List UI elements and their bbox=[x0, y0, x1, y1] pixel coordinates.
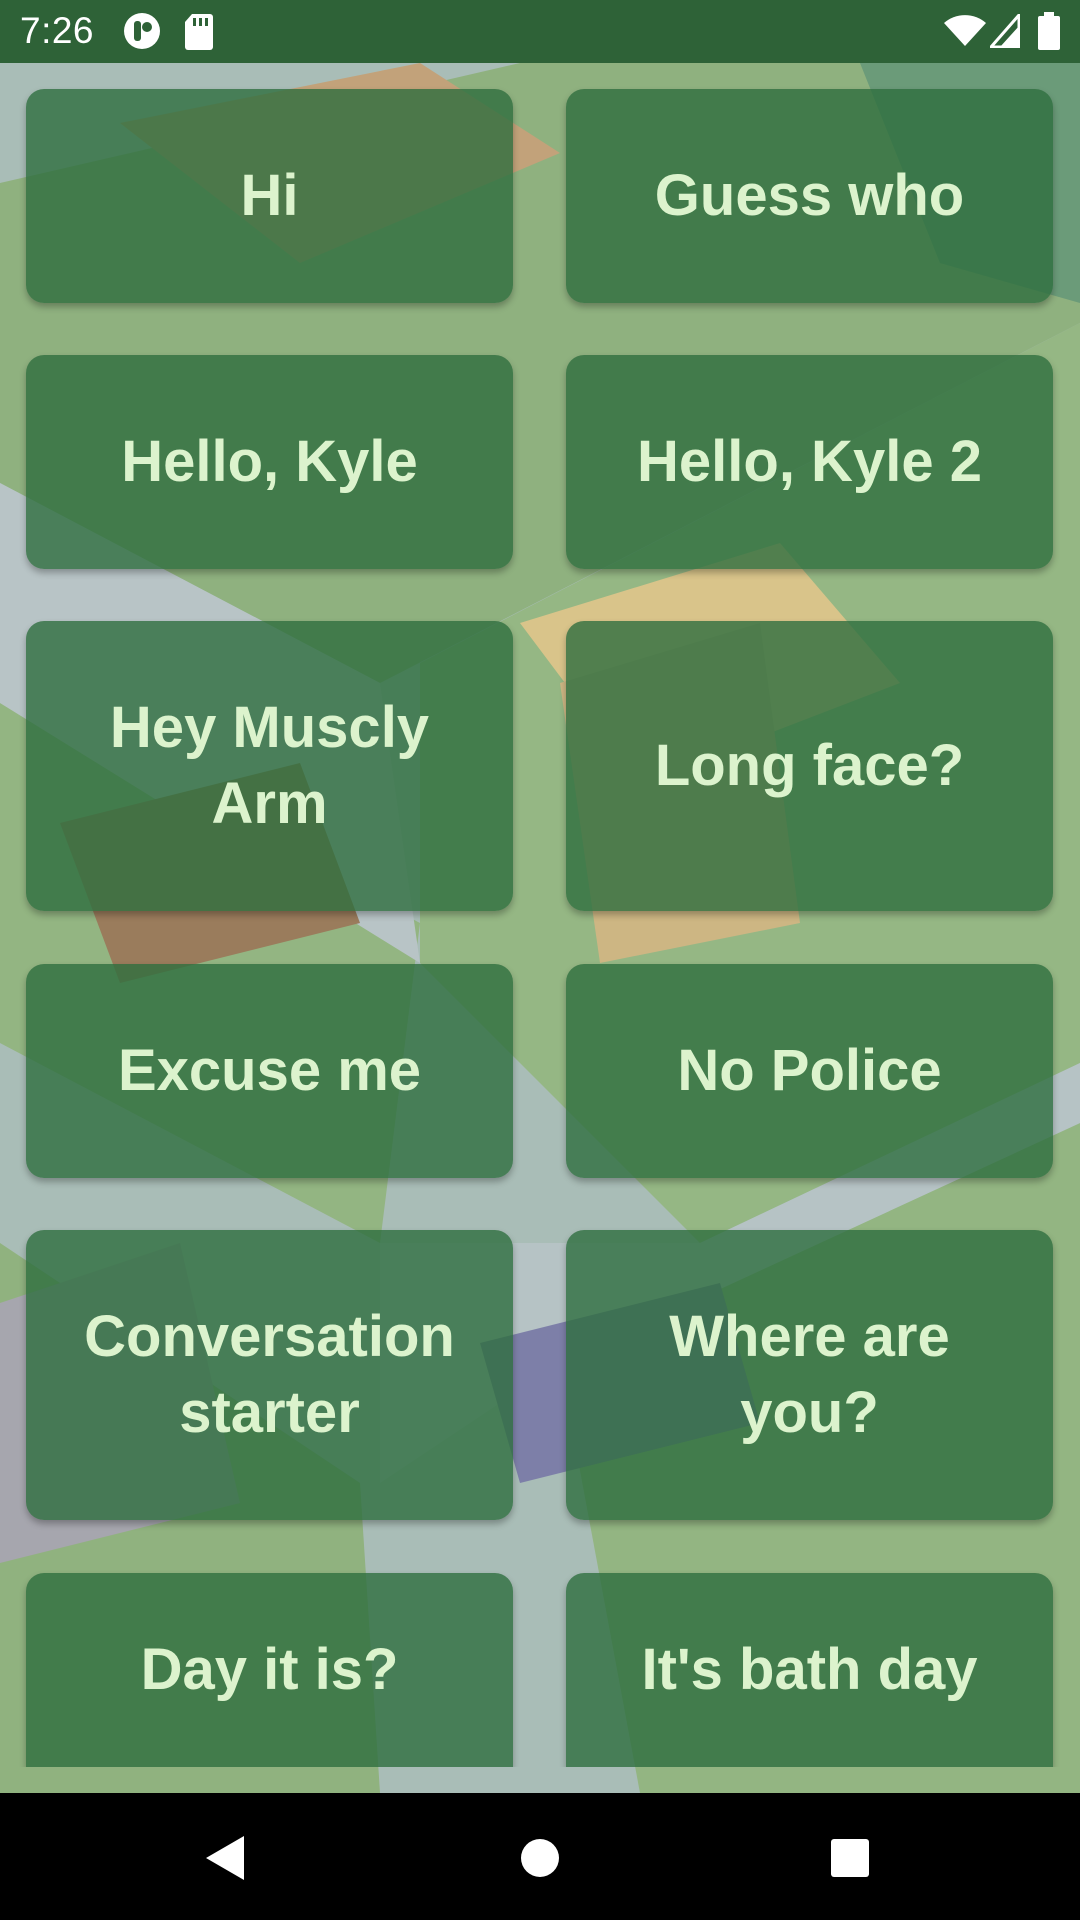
sound-button-excuse-me[interactable]: Excuse me bbox=[26, 964, 513, 1178]
back-icon[interactable] bbox=[196, 1828, 256, 1888]
sound-button-where-are-you[interactable]: Where are you? bbox=[566, 1230, 1053, 1520]
sound-button-conversation-starter[interactable]: Conversation starter bbox=[26, 1230, 513, 1520]
status-bar: 7:26 bbox=[0, 0, 1080, 63]
sd-card-icon bbox=[185, 14, 213, 50]
sound-button-hello-kyle-2[interactable]: Hello, Kyle 2 bbox=[566, 355, 1053, 569]
sound-button-hi[interactable]: Hi bbox=[26, 89, 513, 303]
sound-button-hello-kyle[interactable]: Hello, Kyle bbox=[26, 355, 513, 569]
recents-icon[interactable] bbox=[820, 1828, 880, 1888]
sound-button-long-face[interactable]: Long face? bbox=[566, 621, 1053, 911]
navigation-bar bbox=[0, 1793, 1080, 1920]
wifi-icon bbox=[944, 15, 986, 46]
status-time: 7:26 bbox=[20, 10, 95, 51]
home-icon[interactable] bbox=[510, 1828, 570, 1888]
sound-button-grid: Hi Guess who Hello, Kyle Hello, Kyle 2 H… bbox=[0, 63, 1080, 1767]
sound-button-day-it-is[interactable]: Day it is? bbox=[26, 1573, 513, 1767]
sound-button-guess-who[interactable]: Guess who bbox=[566, 89, 1053, 303]
sound-button-hey-muscly-arm[interactable]: Hey Muscly Arm bbox=[26, 621, 513, 911]
sound-button-no-police[interactable]: No Police bbox=[566, 964, 1053, 1178]
notification-app-icon bbox=[124, 13, 160, 49]
battery-icon bbox=[1038, 12, 1060, 50]
signal-icon bbox=[990, 14, 1020, 48]
sound-button-its-bath-day[interactable]: It's bath day bbox=[566, 1573, 1053, 1767]
